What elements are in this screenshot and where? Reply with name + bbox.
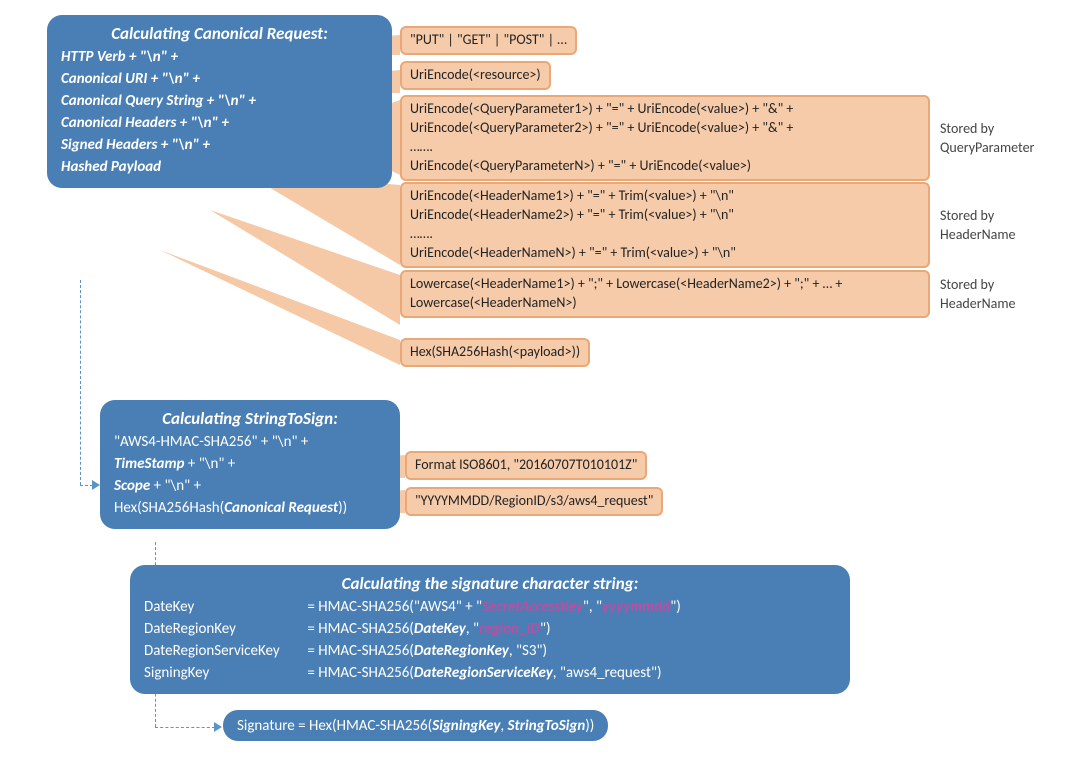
- box-canonical-request: Calculating Canonical Request: HTTP Verb…: [47, 15, 392, 188]
- arrowhead-1: [92, 480, 100, 490]
- box2-l3: Scope + "\n" +: [114, 477, 386, 495]
- orange-canonical-uri: UriEncode(<resource>): [400, 61, 551, 90]
- box1-l6: Hashed Payload: [61, 158, 378, 176]
- orange-query-string: UriEncode(<QueryParameter1>) + "=" + Uri…: [400, 95, 930, 181]
- connector-line-1: [80, 280, 81, 485]
- side-signed: Stored by HeaderName: [940, 276, 1070, 314]
- box1-l1: HTTP Verb + "\n" +: [61, 48, 378, 66]
- box3-r1: DateKey = HMAC-SHA256("AWS4" + "SecretAc…: [144, 598, 836, 616]
- box1-l3: Canonical Query String + "\n" +: [61, 92, 378, 110]
- box1-l5: Signed Headers + "\n" +: [61, 136, 378, 154]
- box1-l4: Canonical Headers + "\n" +: [61, 114, 378, 132]
- box2-l1: "AWS4-HMAC-SHA256" + "\n" +: [114, 433, 386, 451]
- box3-r2: DateRegionKey = HMAC-SHA256(DateKey, "re…: [144, 620, 836, 638]
- orange-timestamp: Format ISO8601, "20160707T010101Z": [405, 451, 647, 480]
- side-hdr: Stored by HeaderName: [940, 207, 1070, 245]
- side-qs: Stored by QueryParameter: [940, 120, 1070, 158]
- arrowhead-2b: [214, 722, 222, 732]
- connector-line-2h2: [155, 727, 215, 728]
- box1-title: Calculating Canonical Request:: [61, 23, 378, 44]
- orange-signed-headers: Lowercase(<HeaderName1>) + ";" + Lowerca…: [400, 270, 930, 318]
- orange-payload: Hex(SHA256Hash(<payload>)): [400, 338, 590, 367]
- orange-scope: "YYYYMMDD/RegionID/s3/aws4_request": [405, 487, 663, 516]
- orange-http-verb: "PUT" | "GET" | "POST" | …: [400, 26, 577, 55]
- box-signature-final: Signature = Hex(HMAC-SHA256(SigningKey, …: [223, 710, 608, 741]
- orange-headers: UriEncode(<HeaderName1>) + "=" + Trim(<v…: [400, 182, 930, 268]
- box2-l2: TimeStamp + "\n" +: [114, 455, 386, 473]
- box-string-to-sign: Calculating StringToSign: "AWS4-HMAC-SHA…: [100, 400, 400, 529]
- box2-title: Calculating StringToSign:: [114, 408, 386, 429]
- box2-l4: Hex(SHA256Hash(Canonical Request)): [114, 499, 386, 517]
- box3-r3: DateRegionServiceKey = HMAC-SHA256(DateR…: [144, 642, 836, 660]
- box1-l2: Canonical URI + "\n" +: [61, 70, 378, 88]
- box3-title: Calculating the signature character stri…: [144, 573, 836, 594]
- box3-r4: SigningKey = HMAC-SHA256(DateRegionServi…: [144, 664, 836, 682]
- box-signature-keys: Calculating the signature character stri…: [130, 565, 850, 694]
